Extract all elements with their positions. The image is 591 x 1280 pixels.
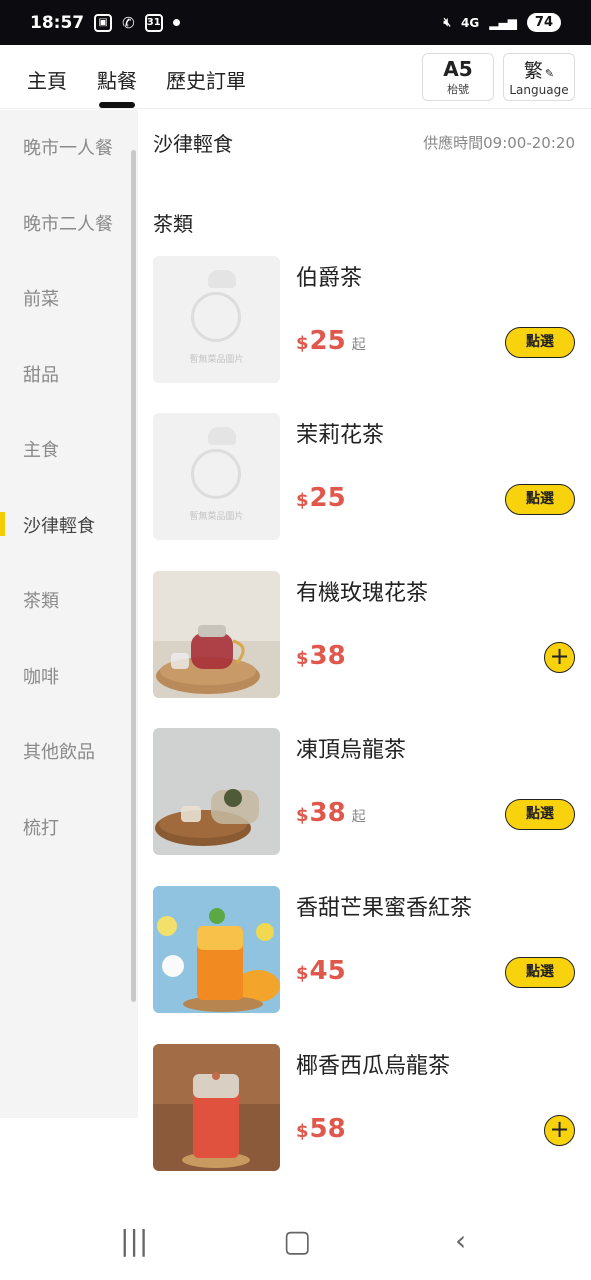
sidebar-item-dinner-set-two[interactable]: 晚市二人餐	[23, 210, 113, 236]
placeholder-text: 暫無菜品圖片	[189, 512, 244, 522]
menu-item[interactable]: 暫無菜品圖片 伯爵茶 $25 起 點選	[153, 256, 575, 383]
table-number-label: 枱號	[447, 83, 469, 96]
sidebar-item-appetizers[interactable]: 前菜	[23, 285, 59, 311]
item-price: $45	[296, 956, 346, 986]
watermelon-tea-image	[153, 1044, 280, 1171]
menu-item[interactable]: 暫無菜品圖片 茉莉花茶 $25 點選	[153, 413, 575, 540]
clock: 18:57	[30, 12, 85, 33]
notification-dot-icon	[172, 19, 180, 26]
sidebar-item-tea[interactable]: 茶類	[23, 587, 59, 613]
select-button[interactable]: 點選	[505, 327, 575, 358]
language-glyph: 繁	[523, 60, 543, 82]
menu-item[interactable]: 有機玫瑰花茶 $38 +	[153, 571, 575, 698]
placeholder-text: 暫無菜品圖片	[189, 355, 244, 365]
gallery-icon: ▣	[94, 13, 113, 32]
sidebar-item-other-drinks[interactable]: 其他飲品	[23, 738, 95, 764]
menu-content: 沙律輕食 供應時間09:00-20:20 茶類 暫無菜品圖片 伯爵茶 $25 起 …	[138, 110, 591, 1202]
plate-icon	[191, 292, 241, 342]
tab-order-history[interactable]: 歷史訂單	[166, 65, 246, 94]
select-button[interactable]: 點選	[505, 799, 575, 830]
subsection-title: 茶類	[153, 212, 193, 236]
calendar-icon: 31	[144, 13, 163, 32]
add-button[interactable]: +	[544, 642, 575, 673]
tab-order[interactable]: 點餐	[97, 65, 137, 108]
item-price: $25 起	[296, 326, 366, 356]
language-label: Language	[509, 83, 569, 97]
item-price: $58	[296, 1114, 346, 1144]
item-price: $25	[296, 483, 346, 513]
rose-tea-image	[153, 571, 280, 698]
select-button[interactable]: 點選	[505, 484, 575, 515]
tab-home[interactable]: 主頁	[27, 65, 67, 94]
sidebar-item-dinner-set-one[interactable]: 晚市一人餐	[23, 134, 113, 160]
menu-item[interactable]: 椰香西瓜烏龍茶 $58 +	[153, 1044, 575, 1171]
item-price: $38 起	[296, 798, 366, 828]
signal-icon: ▂▄▆	[489, 15, 517, 30]
battery-indicator: 74	[526, 13, 561, 32]
menu-item[interactable]: 香甜芒果蜜香紅茶 $45 點選	[153, 886, 575, 1013]
back-icon[interactable]: ‹	[455, 1224, 466, 1257]
status-bar: 18:57 ▣ ✆ 31 🔇︎ 4G ▂▄▆ 74	[0, 0, 591, 45]
table-number-button[interactable]: A5 枱號	[422, 53, 494, 101]
active-category-indicator	[0, 512, 5, 536]
service-hours: 供應時間09:00-20:20	[423, 134, 575, 152]
select-button[interactable]: 點選	[505, 957, 575, 988]
sidebar-item-coffee[interactable]: 咖啡	[23, 663, 59, 689]
pencil-icon: ✎	[544, 67, 555, 80]
mute-icon: 🔇︎	[443, 15, 452, 29]
placeholder-image: 暫無菜品圖片	[153, 413, 280, 540]
mango-tea-image	[153, 886, 280, 1013]
language-button[interactable]: 繁 ✎ Language	[503, 53, 575, 101]
category-sidebar: 晚市一人餐 晚市二人餐 前菜 甜品 主食 沙律輕食 茶類 咖啡 其他飲品 梳打	[0, 110, 138, 1118]
sidebar-item-desserts[interactable]: 甜品	[23, 361, 59, 387]
top-nav: 主頁 點餐 歷史訂單 A5 枱號 繁 ✎ Language	[0, 45, 591, 109]
plate-icon	[191, 449, 241, 499]
sidebar-scrollbar[interactable]	[131, 150, 136, 1002]
section-title: 沙律輕食	[153, 132, 233, 156]
recent-apps-icon[interactable]: |||	[120, 1224, 148, 1257]
network-label: 4G	[461, 15, 480, 30]
chef-hat-icon	[208, 270, 236, 288]
table-number: A5	[443, 57, 473, 81]
oolong-tea-image	[153, 728, 280, 855]
whatsapp-icon: ✆	[122, 13, 135, 32]
item-name: 凍頂烏龍茶	[296, 738, 407, 763]
item-name: 伯爵茶	[296, 266, 363, 291]
item-price: $38	[296, 641, 346, 671]
add-button[interactable]: +	[544, 1115, 575, 1146]
placeholder-image: 暫無菜品圖片	[153, 256, 280, 383]
sidebar-item-soda[interactable]: 梳打	[23, 814, 59, 840]
item-name: 香甜芒果蜜香紅茶	[296, 896, 473, 921]
home-icon[interactable]: ▢	[283, 1224, 311, 1259]
system-nav-bar: ||| ▢ ‹	[0, 1202, 591, 1280]
chef-hat-icon	[208, 427, 236, 445]
sidebar-item-salad-light[interactable]: 沙律輕食	[23, 512, 95, 538]
item-name: 有機玫瑰花茶	[296, 581, 429, 606]
item-name: 椰香西瓜烏龍茶	[296, 1054, 451, 1079]
menu-item[interactable]: 凍頂烏龍茶 $38 起 點選	[153, 728, 575, 855]
sidebar-item-mains[interactable]: 主食	[23, 436, 59, 462]
item-name: 茉莉花茶	[296, 423, 385, 448]
